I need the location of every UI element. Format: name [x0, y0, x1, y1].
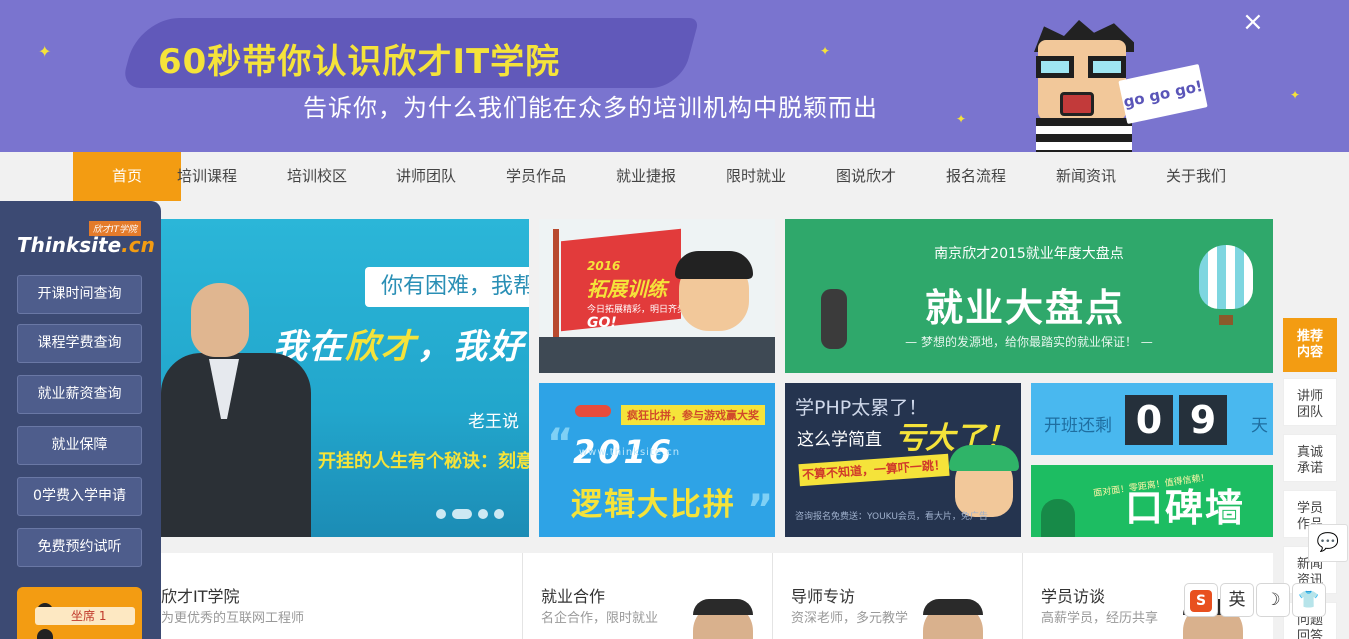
countdown-digit: 0 — [1125, 395, 1173, 445]
contest-tag: 疯狂比拼，参与游戏赢大奖 — [621, 405, 765, 425]
tile-reputation-wall[interactable]: 面对面！零距离！值得信赖！ 口碑墙 — [1031, 465, 1273, 537]
slider-bubble: 你有困难，我帮 — [365, 267, 529, 307]
nav-item-about[interactable]: 关于我们 — [1151, 152, 1241, 201]
main-nav: 首页 培训课程 培训校区 讲师团队 学员作品 就业捷报 限时就业 图说欣才 报名… — [0, 152, 1349, 201]
chat-icon[interactable]: 💬 — [1308, 524, 1348, 562]
tile-php-promo[interactable]: 学PHP太累了！ 这么学简直 亏大了！ 不算不知道，一算吓一跳！ 咨询报名免费送… — [785, 383, 1021, 537]
qq-seat[interactable]: 坐席 1 — [35, 607, 135, 625]
shirt-icon[interactable]: 👕 — [1292, 583, 1326, 617]
left-quick-panel: 欣才IT学院 Thinksite.cn 开课时间查询 课程学费查询 就业薪资查询… — [0, 201, 161, 639]
salary-query-button[interactable]: 就业薪资查询 — [17, 375, 142, 414]
slider-secret: 开挂的人生有个秘诀：刻意 — [318, 451, 529, 472]
card-sub: 高薪学员，经历共享 — [1041, 611, 1159, 626]
card-title: 欣才IT学院 — [161, 587, 240, 606]
review-small: 南京欣才2015就业年度大盘点 — [934, 246, 1124, 262]
qq-contact-box[interactable]: 坐席 1 — [17, 587, 142, 639]
feature-cards: 欣才IT学院 为更优秀的互联网工程师 就业合作 名企合作，限时就业 导师专访 资… — [161, 553, 1273, 639]
card-mentor[interactable]: 导师专访 资深老师，多元教学 — [773, 553, 1023, 639]
nav-item-teachers[interactable]: 讲师团队 — [381, 152, 471, 201]
tile-logic-contest[interactable]: 疯狂比拼，参与游戏赢大奖 “ 2016 www.thinksite.cn 逻辑大… — [539, 383, 775, 537]
site-logo[interactable]: 欣才IT学院 Thinksite.cn — [17, 221, 155, 261]
php-line2: 这么学简直 — [797, 430, 882, 450]
card-sub: 资深老师，多元教学 — [791, 611, 909, 626]
banner-subtitle: 告诉你，为什么我们能在众多的培训机构中脱颖而出 — [303, 94, 878, 122]
card-sub: 为更优秀的互联网工程师 — [161, 611, 305, 626]
php-bar: 不算不知道，一算吓一跳！ — [798, 453, 950, 487]
go-sign: go go go! — [1118, 63, 1208, 125]
card-title: 就业合作 — [541, 587, 606, 606]
moon-icon[interactable]: ☽ — [1256, 583, 1290, 617]
teacher-photo — [161, 283, 311, 537]
review-foot: — 梦想的发源地，给你最踏实的就业保证！ — — [905, 335, 1153, 349]
nav-item-jobs[interactable]: 就业捷报 — [601, 152, 691, 201]
hero-slider[interactable]: 你有困难，我帮 我在欣才，我好 老王说 开挂的人生有个秘诀：刻意 — [161, 219, 529, 537]
slider-dots — [436, 503, 510, 522]
promo-banner[interactable]: ✦ ✦ ✦ ✦ 60秒带你认识欣才IT学院 告诉你，为什么我们能在众多的培训机构… — [0, 0, 1349, 152]
schedule-query-button[interactable]: 开课时间查询 — [17, 275, 142, 314]
card-title: 学员访谈 — [1041, 587, 1106, 606]
tuition-query-button[interactable]: 课程学费查询 — [17, 324, 142, 363]
free-trial-button[interactable]: 免费预约试听 — [17, 528, 142, 567]
card-sub: 名企合作，限时就业 — [541, 611, 659, 626]
slider-dot[interactable] — [494, 508, 504, 519]
countdown-unit: 天 — [1251, 416, 1268, 436]
card-cooperation[interactable]: 就业合作 名企合作，限时就业 — [523, 553, 773, 639]
star-icon: ✦ — [38, 42, 52, 61]
tile-employment-review[interactable]: 南京欣才2015就业年度大盘点 就业大盘点 — 梦想的发源地，给你最踏实的就业保… — [785, 219, 1273, 373]
contest-url: www.thinksite.cn — [579, 447, 681, 458]
right-item-teachers[interactable]: 讲师团队 — [1283, 378, 1337, 426]
contest-title: 逻辑大比拼 — [571, 487, 736, 523]
star-icon: ✦ — [956, 112, 967, 126]
cartoon-character: go go go! — [1030, 18, 1210, 152]
slider-dot-active[interactable] — [452, 508, 472, 519]
close-icon[interactable]: × — [1242, 7, 1264, 37]
nav-item-courses[interactable]: 培训课程 — [162, 152, 252, 201]
countdown-digit: 9 — [1179, 395, 1227, 445]
banner-title: 60秒带你认识欣才IT学院 — [158, 42, 561, 82]
right-item-promise[interactable]: 真诚承诺 — [1283, 434, 1337, 482]
nav-item-limited[interactable]: 限时就业 — [711, 152, 801, 201]
wall-title: 口碑墙 — [1125, 486, 1246, 530]
climber-icon — [821, 289, 847, 349]
php-foot: 咨询报名免费送：YOUKU会员，看大片，免广告 — [795, 512, 988, 522]
sogou-logo-icon[interactable]: S — [1184, 583, 1218, 617]
card-title: 导师专访 — [791, 587, 856, 606]
avatar-icon — [1041, 499, 1075, 537]
page: ✦ ✦ ✦ ✦ 60秒带你认识欣才IT学院 告诉你，为什么我们能在众多的培训机构… — [0, 0, 1349, 639]
nav-item-campus[interactable]: 培训校区 — [272, 152, 362, 201]
slider-byline: 老王说 — [468, 412, 519, 432]
nav-item-works[interactable]: 学员作品 — [491, 152, 581, 201]
tile-outreach-training[interactable]: 2016 拓展训练 今日拓展精彩，明日齐步辉煌 GO! — [539, 219, 775, 373]
nav-item-signup[interactable]: 报名流程 — [931, 152, 1021, 201]
countdown-label: 开班还剩 — [1044, 416, 1112, 436]
plane-icon — [575, 405, 611, 417]
review-title: 就业大盘点 — [925, 286, 1126, 330]
qq-icon — [37, 629, 53, 639]
zero-tuition-button[interactable]: 0学费入学申请 — [17, 477, 142, 516]
star-icon: ✦ — [1290, 88, 1301, 102]
card-school[interactable]: 欣才IT学院 为更优秀的互联网工程师 — [161, 553, 523, 639]
slider-dot[interactable] — [478, 508, 488, 519]
ime-language-toggle[interactable]: 英 — [1220, 583, 1254, 617]
right-item-recommended[interactable]: 推荐内容 — [1283, 318, 1337, 372]
job-guarantee-button[interactable]: 就业保障 — [17, 426, 142, 465]
slider-dot[interactable] — [436, 508, 446, 519]
balloon-icon — [1199, 245, 1253, 309]
tile-countdown[interactable]: 开班还剩 0 9 天 — [1031, 383, 1273, 455]
star-icon: ✦ — [820, 44, 831, 58]
nav-item-gallery[interactable]: 图说欣才 — [821, 152, 911, 201]
nav-item-news[interactable]: 新闻资讯 — [1041, 152, 1131, 201]
